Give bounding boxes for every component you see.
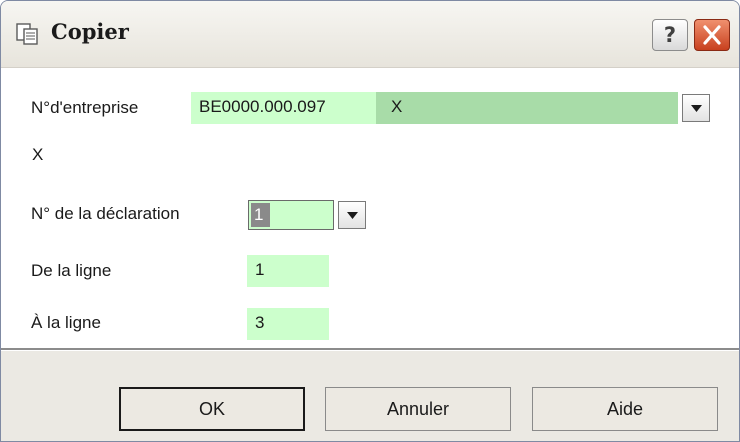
- declaration-value: 1: [251, 203, 270, 227]
- cancel-button[interactable]: Annuler: [325, 387, 511, 431]
- copy-dialog: Copier ? N°d'entreprise BE0000.000.097 X…: [0, 0, 740, 442]
- title-bar: Copier ?: [1, 1, 739, 68]
- enterprise-suffix: X: [391, 97, 403, 116]
- enterprise-name-field[interactable]: [376, 92, 678, 124]
- ok-button[interactable]: OK: [119, 387, 305, 431]
- to-line-field[interactable]: 3: [247, 308, 329, 340]
- close-icon: [695, 25, 729, 54]
- help-title-button[interactable]: ?: [652, 19, 688, 51]
- to-line-label: À la ligne: [31, 313, 101, 332]
- declaration-dropdown-button[interactable]: [338, 201, 366, 229]
- from-line-label: De la ligne: [31, 261, 112, 280]
- help-button[interactable]: Aide: [532, 387, 718, 431]
- window-title: Copier: [51, 19, 129, 44]
- declaration-combo-field[interactable]: 1: [248, 200, 334, 230]
- button-bar: OK Annuler Aide: [1, 351, 739, 441]
- declaration-label: N° de la déclaration: [31, 204, 180, 223]
- enterprise-second-line: X: [32, 145, 44, 164]
- close-button[interactable]: [694, 19, 730, 51]
- from-line-field[interactable]: 1: [247, 255, 329, 287]
- enterprise-number-field[interactable]: BE0000.000.097: [191, 92, 376, 124]
- form-area: N°d'entreprise BE0000.000.097 X X N° de …: [1, 68, 739, 348]
- copy-document-icon: [15, 22, 41, 46]
- enterprise-label: N°d'entreprise: [31, 98, 139, 117]
- enterprise-dropdown-button[interactable]: [682, 94, 710, 122]
